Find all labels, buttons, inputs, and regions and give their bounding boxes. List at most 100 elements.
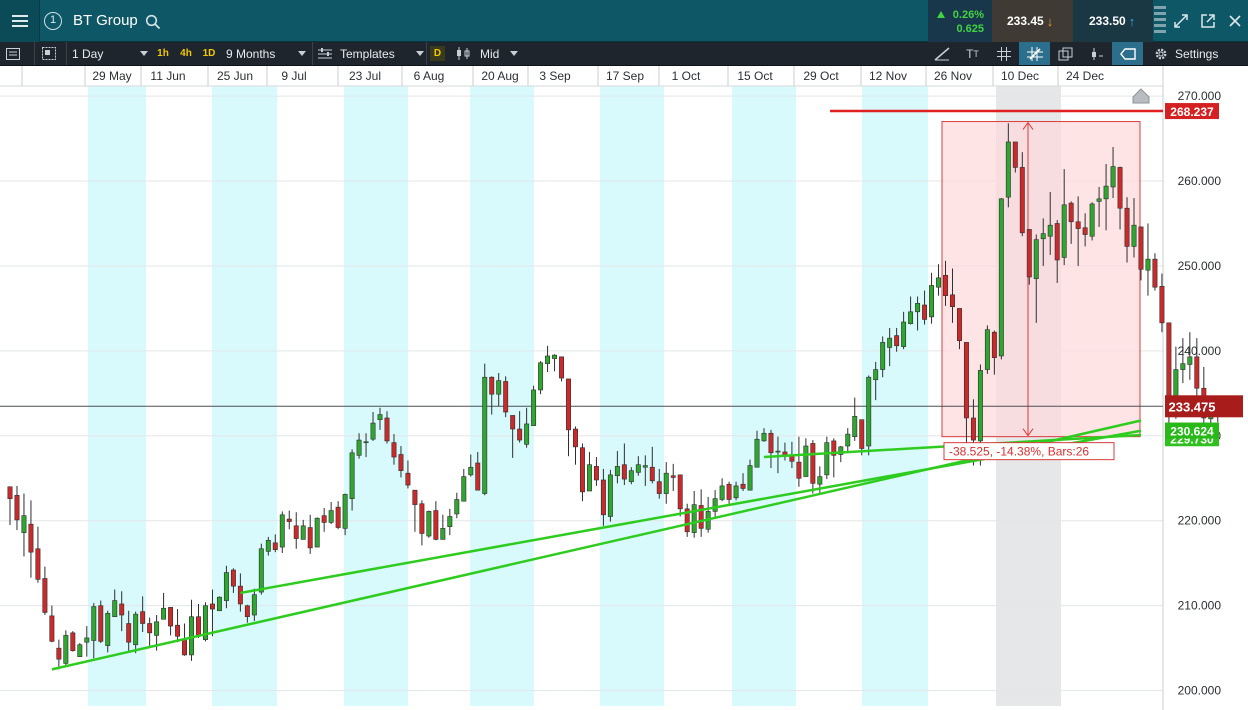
candle[interactable] [35,548,41,580]
candle[interactable] [642,465,648,468]
candle[interactable] [943,274,948,296]
candle[interactable] [880,342,886,370]
candle[interactable] [49,615,55,642]
candle[interactable] [950,294,955,308]
candle[interactable] [538,362,544,391]
candle[interactable] [1040,233,1046,240]
candle[interactable] [586,464,592,492]
candle[interactable] [859,419,865,449]
buy-button[interactable]: 233.50 ↑ [1073,0,1153,42]
candle[interactable] [21,515,27,533]
candle[interactable] [349,452,355,499]
candle[interactable] [244,605,250,618]
candle[interactable] [258,548,264,593]
candle[interactable] [335,506,341,528]
candle[interactable] [1019,167,1025,234]
candle[interactable] [223,572,229,601]
candle[interactable] [796,461,802,479]
candle[interactable] [517,428,523,441]
candle[interactable] [140,611,146,624]
candle[interactable] [845,433,851,447]
candle[interactable] [922,304,928,320]
candle[interactable] [307,527,313,549]
candle[interactable] [936,277,941,288]
candle[interactable] [433,510,439,540]
range-dropdown[interactable]: 9 Months [226,42,310,65]
sell-button[interactable]: 233.45 ↓ [992,0,1073,42]
candle[interactable] [1187,356,1193,365]
candle[interactable] [356,439,362,456]
candle[interactable] [293,525,299,539]
candle[interactable] [279,514,285,548]
candle[interactable] [126,623,132,643]
menu-button[interactable] [0,0,40,42]
candle[interactable] [482,376,488,494]
candle[interactable] [691,504,697,533]
candle[interactable] [265,539,271,552]
candle[interactable] [510,415,516,430]
candle[interactable] [405,472,411,486]
candle[interactable] [580,447,585,493]
candle[interactable] [1124,207,1130,247]
candle[interactable] [1033,239,1039,279]
candle[interactable] [112,600,118,618]
candle[interactable] [1054,223,1060,261]
candle[interactable] [70,632,76,651]
candle[interactable] [182,638,187,656]
candle[interactable] [105,613,111,646]
draw-line-icon[interactable] [926,42,957,65]
candle[interactable] [28,523,34,553]
candle[interactable] [496,380,502,395]
candle[interactable] [209,603,215,610]
candle[interactable] [286,518,292,522]
candle[interactable] [810,443,816,484]
candle[interactable] [1082,227,1088,235]
candle[interactable] [391,442,397,458]
candle[interactable] [328,510,334,523]
candle[interactable] [894,335,900,347]
candle[interactable] [216,596,222,612]
candle[interactable] [426,511,432,537]
layers-icon[interactable] [1050,42,1081,65]
candle[interactable] [908,311,914,324]
candle[interactable] [887,337,893,348]
candle[interactable] [740,483,746,489]
candle[interactable] [649,466,655,482]
candle[interactable] [147,623,153,634]
candle[interactable] [461,476,467,502]
candle[interactable] [573,428,578,448]
candle[interactable] [196,616,201,637]
candle[interactable] [635,464,641,473]
grid-icon[interactable] [988,42,1019,65]
candle[interactable] [977,370,983,442]
crosshair-icon[interactable] [1019,42,1050,65]
candle[interactable] [468,466,474,476]
candle[interactable] [161,607,167,620]
candle[interactable] [803,445,809,477]
interval-1h-button[interactable]: 1h [155,46,171,61]
settings-button[interactable]: Settings [1148,42,1248,65]
candle[interactable] [600,479,606,516]
candle[interactable] [1138,226,1144,270]
candle[interactable] [98,605,104,642]
candle[interactable] [998,198,1004,357]
candle[interactable] [440,528,446,540]
candle[interactable] [552,354,558,359]
candle[interactable] [377,414,383,420]
candle[interactable] [607,474,613,517]
chart-list-icon[interactable] [6,42,34,65]
candle[interactable] [1096,198,1102,202]
interval-4h-button[interactable]: 4h [177,46,195,61]
candle[interactable] [677,474,683,510]
candle[interactable] [970,417,976,441]
text-size-icon[interactable]: TT [957,42,988,65]
candle[interactable] [1075,221,1081,229]
layout-icon[interactable] [42,42,64,65]
label-icon[interactable] [1112,42,1143,65]
candle[interactable] [1068,202,1074,223]
candle[interactable] [1103,185,1109,200]
candle[interactable] [7,486,13,499]
candle[interactable] [370,422,376,440]
candle[interactable] [1166,322,1172,403]
candle[interactable] [614,466,620,477]
